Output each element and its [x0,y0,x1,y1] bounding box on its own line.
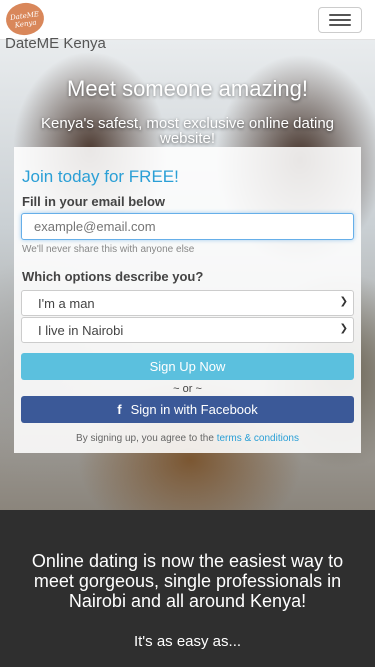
menu-toggle-button[interactable] [318,7,362,33]
email-hint: We'll never share this with anyone else [22,244,195,255]
info-headline: Online dating is now the easiest way to … [31,551,344,611]
navbar: DateME Kenya [0,0,375,40]
hero-title: Meet someone amazing! [67,76,308,101]
signup-button[interactable]: Sign Up Now [21,353,354,380]
email-input[interactable] [21,213,354,240]
gender-select[interactable]: I'm a man ❯ [21,290,354,316]
facebook-signin-button[interactable]: f Sign in with Facebook [21,396,354,423]
terms-prefix: By signing up, you agree to the [76,433,214,444]
options-label: Which options describe you? [22,269,204,284]
terms-link[interactable]: terms & conditions [217,433,299,444]
join-heading: Join today for FREE! [22,167,179,186]
location-select[interactable]: I live in Nairobi ❯ [21,317,354,343]
email-label: Fill in your email below [22,194,166,209]
chevron-down-icon: ❯ [339,323,348,334]
hamburger-icon [329,14,351,16]
info-subline: It's as easy as... [133,633,242,650]
facebook-icon: f [117,402,122,417]
hero-subtitle: Kenya's safest, most exclusive online da… [40,115,335,147]
or-divider: ~ or ~ [173,383,202,395]
hero: Meet someone amazing! Kenya's safest, mo… [0,40,375,510]
logo[interactable]: DateME Kenya [3,0,47,38]
info-section: Online dating is now the easiest way to … [0,510,375,667]
gender-select-value: I'm a man [38,296,95,311]
chevron-down-icon: ❯ [339,296,348,307]
brand-name[interactable]: DateME Kenya [5,35,106,52]
location-select-value: I live in Nairobi [38,323,124,338]
terms-notice: By signing up, you agree to the terms & … [14,433,361,444]
facebook-button-label: Sign in with Facebook [130,402,258,417]
signup-panel: Join today for FREE! Fill in your email … [14,147,361,453]
